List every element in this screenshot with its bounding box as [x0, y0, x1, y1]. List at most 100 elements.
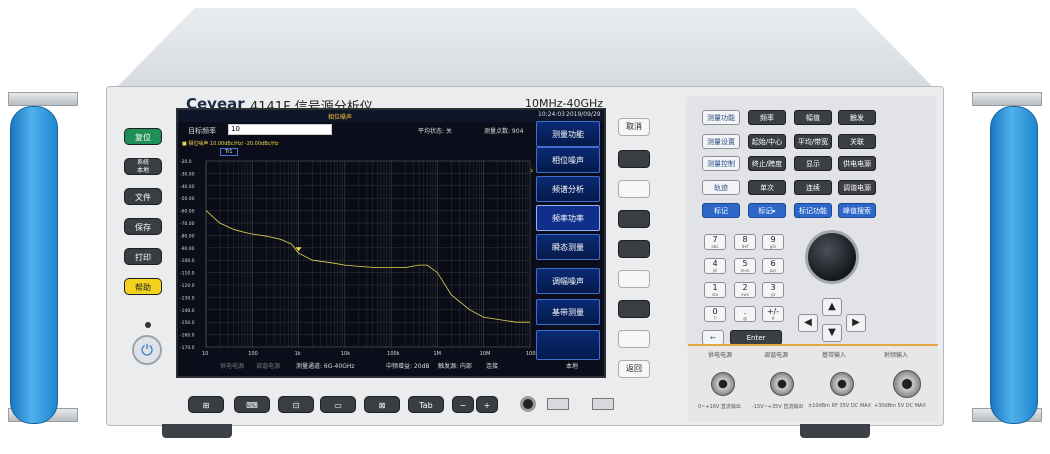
return-button[interactable]: 返回: [618, 360, 650, 378]
minus-button[interactable]: −: [452, 396, 474, 413]
baseband-connector[interactable]: [830, 372, 854, 396]
digit-key-2[interactable]: 9 ghi: [762, 234, 784, 250]
fn-key-18[interactable]: 标记功能: [794, 203, 832, 218]
digit-key-7[interactable]: 2 vwx: [734, 282, 756, 298]
fn-key-0[interactable]: 测量功能: [702, 110, 740, 125]
rf-input-connector[interactable]: [893, 370, 921, 398]
fn-key-15[interactable]: 调谐电源: [838, 180, 876, 195]
digit-key-1[interactable]: 8 def: [734, 234, 756, 250]
save-button[interactable]: 保存: [124, 218, 162, 235]
arrow-up-button[interactable]: ▲: [822, 298, 842, 316]
fn-key-17[interactable]: 标记▸: [748, 203, 786, 218]
fn-key-3[interactable]: 触发: [838, 110, 876, 125]
fn-key-8[interactable]: 测量控制: [702, 156, 740, 171]
softkey-am-noise[interactable]: 调幅噪声: [536, 268, 600, 294]
x-tick-label: 1M: [433, 351, 441, 357]
digit-key-sublabel: pqr: [769, 268, 777, 273]
x-tick-label: 100: [248, 351, 258, 357]
softkey-empty[interactable]: [536, 330, 600, 360]
fn-key-7[interactable]: 关联: [838, 134, 876, 149]
softkey-hw-6[interactable]: [618, 300, 650, 318]
system-local-button[interactable]: 系统 本地: [124, 158, 162, 175]
enter-button[interactable]: Enter: [730, 330, 782, 345]
softkey-freq-power[interactable]: 频率功率: [536, 205, 600, 231]
x-tick-label: 10: [202, 351, 208, 357]
digit-key-sublabel: mno: [740, 268, 750, 273]
windows-button[interactable]: ⊞: [188, 396, 224, 413]
digit-key-sublabel: stu: [711, 292, 719, 297]
digit-key-0[interactable]: 7 abc: [704, 234, 726, 250]
fn-key-11[interactable]: 供电电源: [838, 156, 876, 171]
y-tick-label: -110.0: [180, 271, 195, 277]
active-tab[interactable]: 相位噪声: [328, 112, 352, 121]
arrow-down-button[interactable]: ▼: [822, 324, 842, 342]
window-button[interactable]: ▭: [320, 396, 356, 413]
digit-key-9[interactable]: 0?!: [704, 306, 726, 322]
right-foot: [800, 424, 870, 438]
fn-key-12[interactable]: 轨迹: [702, 180, 740, 195]
print-button[interactable]: 打印: [124, 248, 162, 265]
softkey-hw-4[interactable]: [618, 240, 650, 258]
close-window-button[interactable]: ⊠: [364, 396, 400, 413]
arrow-left-button[interactable]: ◀: [798, 314, 818, 332]
softkey-hw-1[interactable]: [618, 150, 650, 168]
softkey-spectrum[interactable]: 频谱分析: [536, 176, 600, 202]
instrument-cover: [112, 8, 938, 92]
fn-key-1[interactable]: 频率: [748, 110, 786, 125]
connector-sub-supply: 0~+16V 直流输出: [698, 404, 741, 410]
target-freq-input[interactable]: 10: [228, 124, 332, 135]
fn-key-16[interactable]: 标记: [702, 203, 740, 218]
touch-button[interactable]: ⊡: [278, 396, 314, 413]
digit-key-3[interactable]: 4 jkl: [704, 258, 726, 274]
fn-key-6[interactable]: 平均/带宽: [794, 134, 832, 149]
fn-key-9[interactable]: 终止/跨度: [748, 156, 786, 171]
softkey-hw-3[interactable]: [618, 210, 650, 228]
arrow-right-button[interactable]: ▶: [846, 314, 866, 332]
digit-key-10[interactable]: . @: [734, 306, 756, 322]
fn-key-13[interactable]: 单次: [748, 180, 786, 195]
digit-key-11[interactable]: +/- #: [762, 306, 784, 322]
tab-button[interactable]: Tab: [408, 396, 444, 413]
measure-points: 测量点数: 904: [484, 128, 524, 135]
keyboard-button[interactable]: ⌨: [234, 396, 270, 413]
backspace-button[interactable]: ←: [702, 330, 724, 345]
digit-key-4[interactable]: 5 mno: [734, 258, 756, 274]
file-button[interactable]: 文件: [124, 188, 162, 205]
power-led: [145, 322, 151, 328]
fn-key-4[interactable]: 测量设置: [702, 134, 740, 149]
digit-key-label: 0: [712, 307, 718, 316]
softkey-measure[interactable]: 测量功能: [536, 121, 600, 147]
target-freq-label: 目标频率: [188, 127, 216, 135]
softkey-transient[interactable]: 瞬态测量: [536, 234, 600, 260]
tuning-connector[interactable]: [770, 372, 794, 396]
rotary-knob[interactable]: [805, 230, 859, 284]
trace-tag[interactable]: Tr1: [220, 148, 238, 156]
preset-button[interactable]: 复位: [124, 128, 162, 145]
power-button[interactable]: ⏻: [132, 335, 162, 365]
digit-key-5[interactable]: 6 pqr: [762, 258, 784, 274]
digit-key-label: 6: [770, 259, 776, 268]
fn-key-5[interactable]: 起始/中心: [748, 134, 786, 149]
softkey-hw-5[interactable]: [618, 270, 650, 288]
y-tick-label: -60.00: [180, 209, 195, 215]
usb-port-1[interactable]: [547, 398, 569, 410]
y-tick-label: -40.00: [180, 184, 195, 190]
plus-button[interactable]: +: [476, 396, 498, 413]
headphone-jack[interactable]: [520, 396, 536, 412]
softkey-hw-7[interactable]: [618, 330, 650, 348]
digit-key-8[interactable]: 3 yz: [762, 282, 784, 298]
fn-key-10[interactable]: 显示: [794, 156, 832, 171]
digit-key-label: 9: [770, 235, 776, 244]
fn-key-19[interactable]: 峰值搜索: [838, 203, 876, 218]
supply-connector[interactable]: [711, 372, 735, 396]
cancel-button[interactable]: 取消: [618, 118, 650, 136]
y-tick-label: -140.0: [180, 308, 195, 314]
softkey-hw-2[interactable]: [618, 180, 650, 198]
softkey-baseband[interactable]: 基带测量: [536, 299, 600, 325]
digit-key-6[interactable]: 1 stu: [704, 282, 726, 298]
softkey-phase-noise[interactable]: 相位噪声: [536, 147, 600, 173]
usb-port-2[interactable]: [592, 398, 614, 410]
fn-key-14[interactable]: 连续: [794, 180, 832, 195]
fn-key-2[interactable]: 幅值: [794, 110, 832, 125]
help-button[interactable]: 帮助: [124, 278, 162, 295]
